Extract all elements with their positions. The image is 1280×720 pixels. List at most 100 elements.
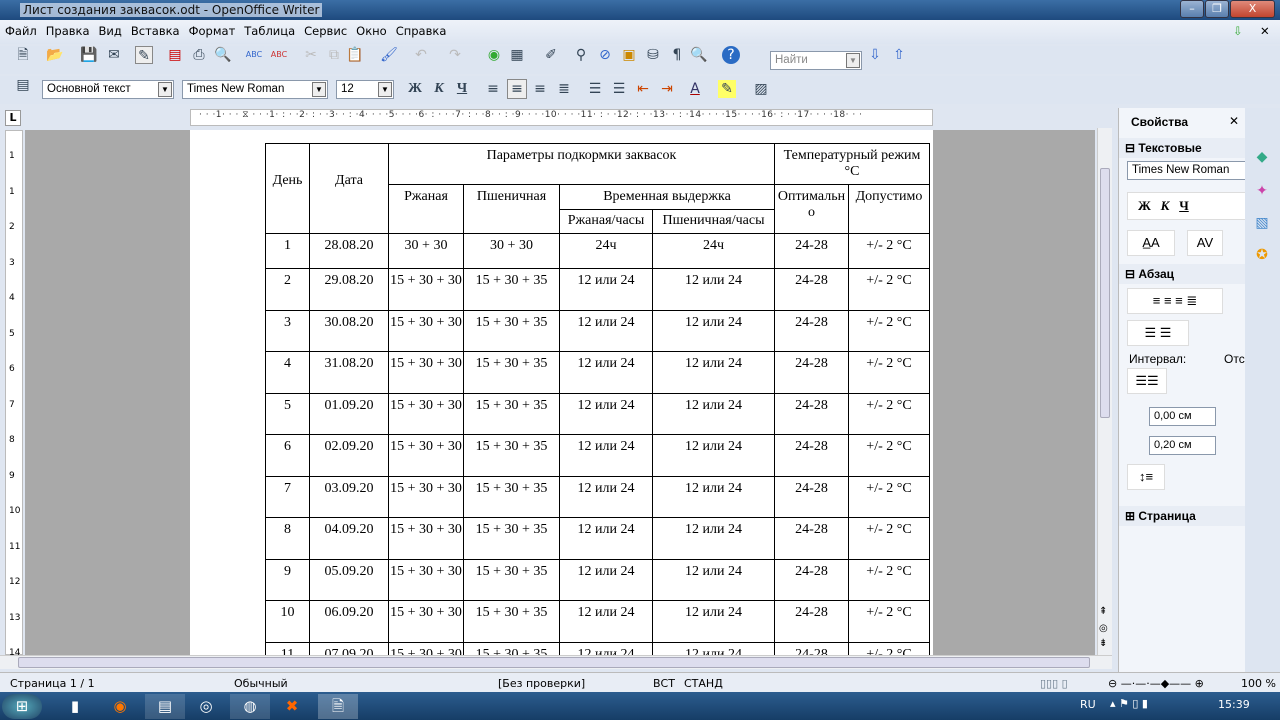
starter-table[interactable]: День Дата Параметры подкормки заквасок Т… xyxy=(265,143,930,655)
menu-help[interactable]: Справка xyxy=(391,20,451,38)
cell-wheat-hours[interactable]: 12 или 24 xyxy=(652,558,775,601)
cell-date[interactable]: 05.09.20 xyxy=(309,558,389,601)
print-preview-icon[interactable]: 🔍 xyxy=(214,46,232,64)
properties-tab-icon[interactable]: ◆ xyxy=(1253,148,1271,166)
cell-day[interactable]: 8 xyxy=(265,517,310,560)
cell-wheat[interactable]: 15 + 30 + 35 xyxy=(463,434,560,477)
chrome-icon[interactable]: ◍ xyxy=(230,694,270,719)
save-icon[interactable]: 💾 xyxy=(80,46,98,64)
menu-window[interactable]: Окно xyxy=(351,20,391,38)
cell-date[interactable]: 01.09.20 xyxy=(309,392,389,435)
zoom-slider[interactable]: ⊖ —·—·—◆—— ⊕ xyxy=(1108,677,1204,690)
underline-button[interactable]: Ч xyxy=(1179,198,1189,213)
vertical-ruler[interactable]: 1 1 2 3 4 5 6 7 8 9 10 11 12 13 14 xyxy=(5,130,23,658)
sidebar-align-buttons[interactable]: ≡ ≡ ≡ ≣ xyxy=(1127,288,1223,314)
space-below-input[interactable]: 0,20 см xyxy=(1149,436,1216,455)
section-paragraph[interactable]: ⊟ Абзац xyxy=(1119,264,1246,284)
italic-button[interactable]: К xyxy=(430,80,448,98)
cell-allowed[interactable]: +/- 2 °С xyxy=(848,233,930,269)
align-left-icon[interactable]: ≡ xyxy=(484,80,502,98)
cell-rye-hours[interactable]: 12 или 24 xyxy=(559,641,653,655)
font-name-select[interactable]: Times New Roman ▼ xyxy=(182,80,328,99)
cell-allowed[interactable]: +/- 2 °С xyxy=(848,600,930,643)
cell-allowed[interactable]: +/- 2 °С xyxy=(848,434,930,477)
copy-icon[interactable]: ⧉ xyxy=(325,46,343,64)
edit-mode-icon[interactable]: ✎ xyxy=(135,46,153,64)
close-button[interactable]: X xyxy=(1230,0,1275,18)
cell-optimal[interactable]: 24-28 xyxy=(774,309,849,352)
cell-wheat[interactable]: 15 + 30 + 35 xyxy=(463,268,560,311)
cell-rye-hours[interactable]: 12 или 24 xyxy=(559,309,653,352)
background-color-icon[interactable]: ▨ xyxy=(752,80,770,98)
redo-icon[interactable]: ↷ xyxy=(446,46,464,64)
highlight-icon[interactable]: ✎ xyxy=(718,80,736,98)
cell-allowed[interactable]: +/- 2 °С xyxy=(848,558,930,601)
section-page[interactable]: ⊞ Страница xyxy=(1119,506,1246,526)
decrease-indent-icon[interactable]: ⇤ xyxy=(634,80,652,98)
zoom-icon[interactable]: 🔍 xyxy=(690,46,708,64)
input-language[interactable]: RU xyxy=(1080,698,1096,711)
cell-date[interactable]: 04.09.20 xyxy=(309,517,389,560)
cell-rye[interactable]: 15 + 30 + 30 xyxy=(388,392,464,435)
font-size-buttons[interactable]: A̲A xyxy=(1127,230,1175,256)
close-sidebar-icon[interactable]: ✕ xyxy=(1229,114,1239,128)
sidebar-font-input[interactable]: Times New Roman xyxy=(1127,161,1246,180)
styles-icon[interactable]: ▤ xyxy=(14,76,32,94)
cell-wheat[interactable]: 15 + 30 + 35 xyxy=(463,558,560,601)
cell-date[interactable]: 31.08.20 xyxy=(309,351,389,394)
close-doc-icon[interactable]: ✕ xyxy=(1255,20,1274,38)
cell-wheat-hours[interactable]: 12 или 24 xyxy=(652,600,775,643)
vertical-scrollbar[interactable]: ⇞ ◎ ⇟ xyxy=(1097,128,1112,655)
scroll-thumb[interactable] xyxy=(18,657,1090,668)
hyperlink-icon[interactable]: ◉ xyxy=(485,46,503,64)
chevron-down-icon[interactable]: ▼ xyxy=(312,82,326,97)
cell-wheat-hours[interactable]: 12 или 24 xyxy=(652,475,775,518)
cell-optimal[interactable]: 24-28 xyxy=(774,392,849,435)
navigator-icon[interactable]: ⊘ xyxy=(596,46,614,64)
cell-rye[interactable]: 15 + 30 + 30 xyxy=(388,475,464,518)
openoffice-writer-icon[interactable]: 🗎 xyxy=(318,694,358,719)
cell-day[interactable]: 10 xyxy=(265,600,310,643)
media-icon[interactable]: ◎ xyxy=(186,694,226,719)
cell-allowed[interactable]: +/- 2 °С xyxy=(848,309,930,352)
firefox-icon[interactable]: ◉ xyxy=(100,694,140,719)
view-layout-icons[interactable]: ▯▯▯ ▯ xyxy=(1040,677,1068,690)
gallery-tab-icon[interactable]: ▧ xyxy=(1253,214,1271,232)
undo-icon[interactable]: ↶ xyxy=(412,46,430,64)
space-above-input[interactable]: 0,00 см xyxy=(1149,407,1216,426)
cell-allowed[interactable]: +/- 2 °С xyxy=(848,392,930,435)
cell-allowed[interactable]: +/- 2 °С xyxy=(848,475,930,518)
cell-rye-hours[interactable]: 12 или 24 xyxy=(559,351,653,394)
cell-wheat[interactable]: 15 + 30 + 35 xyxy=(463,351,560,394)
cell-allowed[interactable]: +/- 2 °С xyxy=(848,517,930,560)
update-icon[interactable]: ⇩ xyxy=(1228,20,1247,38)
cell-wheat[interactable]: 15 + 30 + 35 xyxy=(463,600,560,643)
horizontal-scrollbar[interactable] xyxy=(0,655,1112,669)
cell-wheat[interactable]: 15 + 30 + 35 xyxy=(463,517,560,560)
restore-button[interactable]: ❐ xyxy=(1205,0,1229,18)
cell-wheat[interactable]: 15 + 30 + 35 xyxy=(463,641,560,655)
zoom-level[interactable]: 100 % xyxy=(1241,677,1276,690)
navigation-icon[interactable]: ◎ xyxy=(1099,623,1108,634)
cell-allowed[interactable]: +/- 2 °С xyxy=(848,641,930,655)
sidebar-list-buttons[interactable]: ☰ ☰ xyxy=(1127,320,1189,346)
cell-wheat-hours[interactable]: 12 или 24 xyxy=(652,392,775,435)
horizontal-ruler[interactable]: · · ·1· · · ⧖ · · ·1· : · ·2· : · ·3· · … xyxy=(190,109,933,126)
cell-date[interactable]: 06.09.20 xyxy=(309,600,389,643)
cut-icon[interactable]: ✂ xyxy=(302,46,320,64)
cell-rye[interactable]: 15 + 30 + 30 xyxy=(388,641,464,655)
cell-date[interactable]: 30.08.20 xyxy=(309,309,389,352)
cell-date[interactable]: 02.09.20 xyxy=(309,434,389,477)
cell-day[interactable]: 6 xyxy=(265,434,310,477)
cell-wheat-hours[interactable]: 12 или 24 xyxy=(652,434,775,477)
cell-rye-hours[interactable]: 12 или 24 xyxy=(559,392,653,435)
cell-rye-hours[interactable]: 12 или 24 xyxy=(559,558,653,601)
cell-allowed[interactable]: +/- 2 °С xyxy=(848,351,930,394)
cell-wheat[interactable]: 15 + 30 + 35 xyxy=(463,475,560,518)
selection-mode[interactable]: СТАНД xyxy=(684,677,723,690)
format-paintbrush-icon[interactable]: 🖌 xyxy=(380,46,398,64)
styles-tab-icon[interactable]: ✦ xyxy=(1253,182,1271,200)
find-input[interactable]: Найти ▼ xyxy=(770,51,862,70)
italic-button[interactable]: К xyxy=(1161,198,1170,213)
cell-rye[interactable]: 15 + 30 + 30 xyxy=(388,309,464,352)
